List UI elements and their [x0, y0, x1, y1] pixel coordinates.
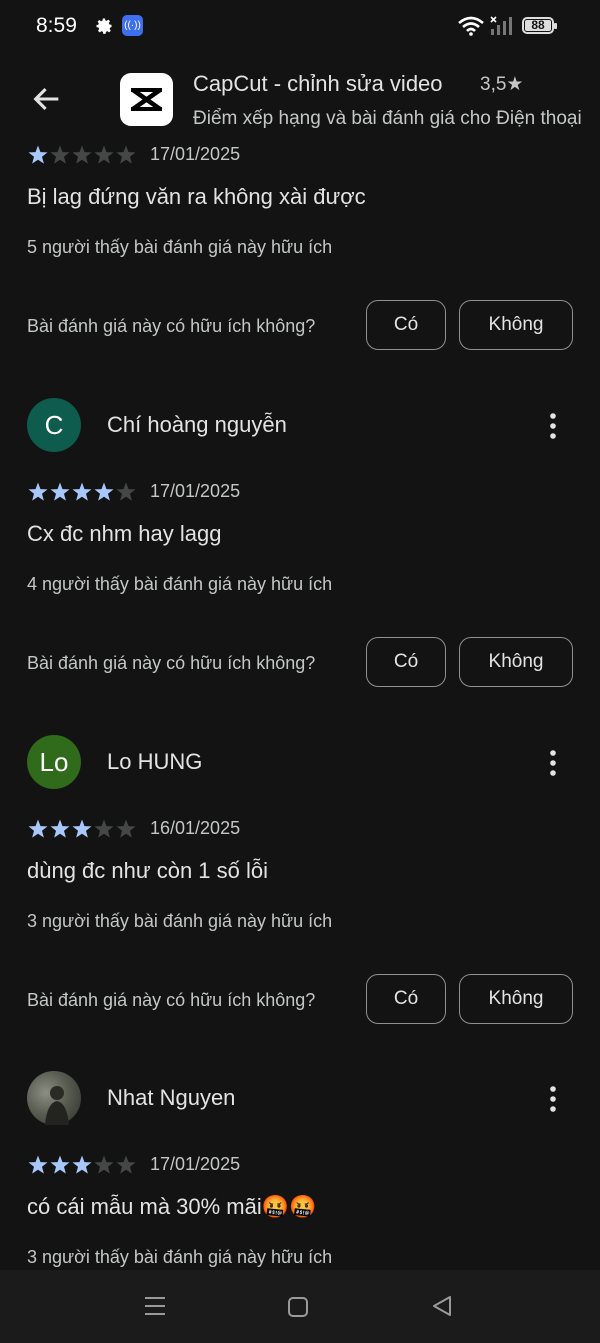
star-empty-icon [94, 819, 114, 838]
battery-level: 88 [525, 19, 551, 31]
avatar: Lo [27, 735, 81, 789]
reviewer-name: Lo HUNG [107, 749, 203, 774]
gear-icon [96, 18, 112, 34]
capcut-app-icon [120, 73, 173, 126]
more-options-icon[interactable] [543, 747, 563, 779]
avatar: C [27, 398, 81, 452]
star-filled-icon [72, 819, 92, 838]
review-date: 17/01/2025 [150, 1154, 241, 1174]
star-empty-icon [72, 145, 92, 164]
star-filled-icon [28, 819, 48, 838]
star-filled-icon [72, 1155, 92, 1174]
star-filled-icon [50, 482, 70, 501]
star-empty-icon [116, 819, 136, 838]
star-filled-icon [50, 1155, 70, 1174]
system-nav-bar [0, 1270, 600, 1343]
review-date: 17/01/2025 [150, 144, 241, 164]
review-text: Cx đc nhm hay lagg [27, 521, 222, 546]
review-text: Bị lag đứng văn ra không xài được [27, 184, 366, 209]
app-subtitle: Điểm xếp hạng và bài đánh giá cho Điện t… [193, 108, 582, 129]
helpful-count: 4 người thấy bài đánh giá này hữu ích [27, 574, 333, 594]
helpful-count: 3 người thấy bài đánh giá này hữu ích [27, 1247, 333, 1267]
review-text: dùng đc như còn 1 số lỗi [27, 858, 269, 883]
more-options-icon[interactable] [543, 1083, 563, 1115]
star-rating [28, 482, 136, 501]
star-filled-icon [72, 482, 92, 501]
signal-icon [490, 16, 512, 35]
star-rating [28, 1155, 136, 1174]
helpful-yes-button[interactable]: Có [366, 637, 446, 687]
helpful-question: Bài đánh giá này có hữu ích không? [27, 653, 316, 673]
helpful-question: Bài đánh giá này có hữu ích không? [27, 316, 316, 336]
recent-apps-icon[interactable] [143, 1294, 167, 1318]
reviewer-name: Nhat Nguyen [107, 1085, 236, 1110]
helpful-no-button[interactable]: Không [459, 637, 573, 687]
helpful-count: 5 người thấy bài đánh giá này hữu ích [27, 237, 333, 257]
reviewer-name: Chí hoàng nguyễn [107, 412, 287, 437]
app-rating: 3,5★ [480, 74, 524, 95]
app-header: CapCut - chỉnh sửa video 3,5★ Điểm xếp h… [0, 52, 600, 144]
reviewer-row: C Chí hoàng nguyễn [27, 398, 587, 452]
status-time: 8:59 [36, 14, 77, 37]
helpful-yes-button[interactable]: Có [366, 974, 446, 1024]
battery-icon: 88 [522, 17, 557, 34]
star-filled-icon [28, 482, 48, 501]
star-rating [28, 819, 136, 838]
avatar-photo [27, 1071, 81, 1125]
back-arrow-icon[interactable] [30, 82, 64, 116]
helpful-question: Bài đánh giá này có hữu ích không? [27, 990, 316, 1010]
star-empty-icon [94, 1155, 114, 1174]
star-empty-icon [50, 145, 70, 164]
helpful-no-button[interactable]: Không [459, 974, 573, 1024]
status-bar: 8:59 ((·)) 88 [0, 0, 600, 52]
star-filled-icon [28, 1155, 48, 1174]
wifi-icon [458, 16, 484, 36]
helpful-yes-button[interactable]: Có [366, 300, 446, 350]
reviewer-row: Nhat Nguyen [27, 1071, 587, 1125]
star-filled-icon [28, 145, 48, 164]
star-filled-icon [94, 482, 114, 501]
star-empty-icon [116, 482, 136, 501]
more-options-icon[interactable] [543, 410, 563, 442]
helpful-no-button[interactable]: Không [459, 300, 573, 350]
back-triangle-icon[interactable] [430, 1294, 454, 1318]
star-empty-icon [94, 145, 114, 164]
home-icon[interactable] [287, 1296, 309, 1318]
star-filled-icon [50, 819, 70, 838]
reviewer-row: Lo Lo HUNG [27, 735, 587, 789]
review-date: 16/01/2025 [150, 818, 241, 838]
app-title: CapCut - chỉnh sửa video [193, 71, 443, 96]
cast-icon: ((·)) [122, 15, 143, 36]
star-rating [28, 145, 136, 164]
review-date: 17/01/2025 [150, 481, 241, 501]
star-empty-icon [116, 145, 136, 164]
review-text: có cái mẫu mà 30% mãi🤬🤬 [27, 1194, 317, 1219]
star-empty-icon [116, 1155, 136, 1174]
helpful-count: 3 người thấy bài đánh giá này hữu ích [27, 911, 333, 931]
